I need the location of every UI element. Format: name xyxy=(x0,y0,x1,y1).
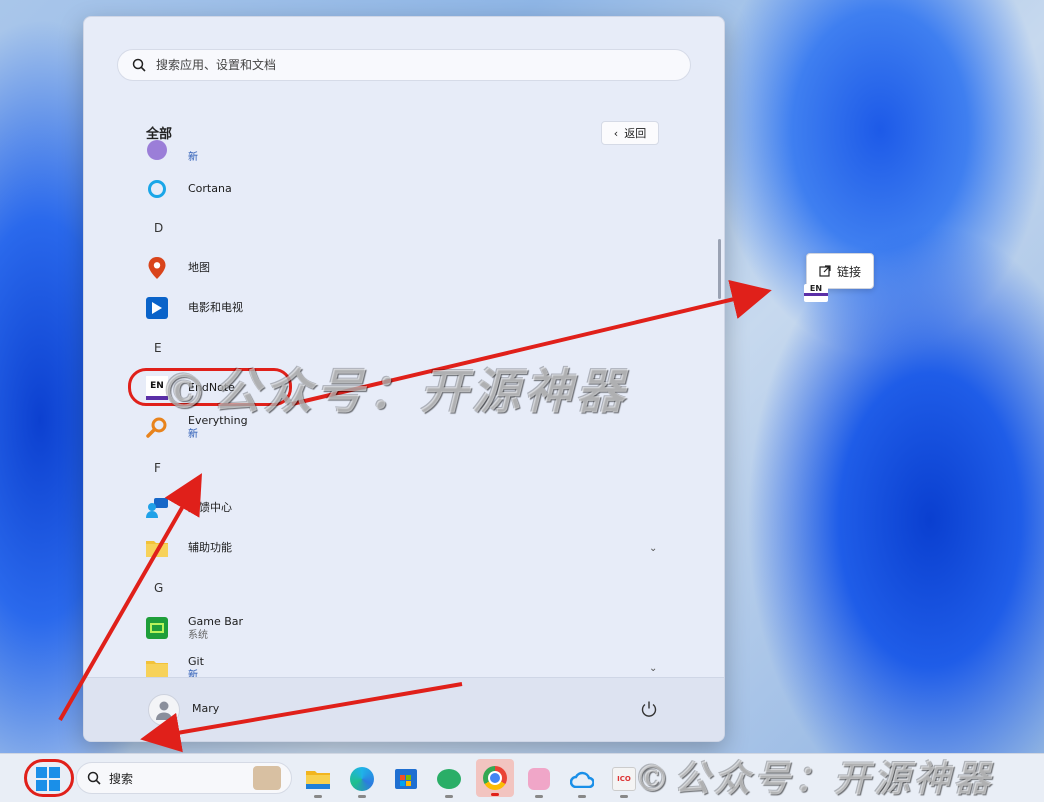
list-item-movies-tv[interactable]: 电影和电视 xyxy=(144,290,664,326)
link-tooltip-label: 链接 xyxy=(836,264,861,279)
user-name[interactable]: Mary xyxy=(192,702,219,715)
annotation-circle-start xyxy=(24,759,74,797)
app-name: 地图 xyxy=(188,261,210,274)
file-explorer-icon[interactable] xyxy=(303,764,333,798)
cloud-app-icon[interactable] xyxy=(567,764,597,798)
new-badge: 新 xyxy=(188,151,198,163)
start-search-box[interactable] xyxy=(117,49,691,81)
taskbar-search[interactable]: 搜索 xyxy=(76,762,292,794)
movies-tv-icon xyxy=(144,295,170,321)
folder-icon xyxy=(144,535,170,561)
wechat-icon[interactable] xyxy=(434,764,464,798)
chevron-left-icon: ‹ xyxy=(613,126,619,140)
taskbar-search-label: 搜索 xyxy=(109,771,134,786)
search-icon xyxy=(132,58,146,72)
search-highlight-avatar-icon xyxy=(253,766,281,790)
chevron-down-icon[interactable]: ⌄ xyxy=(649,543,657,554)
scrollbar-thumb[interactable] xyxy=(718,239,721,299)
app-icon xyxy=(144,140,170,170)
cat-app-icon[interactable] xyxy=(524,764,554,798)
edge-icon[interactable] xyxy=(347,764,377,798)
list-item-accessibility-folder[interactable]: 辅助功能 xyxy=(144,530,664,566)
cortana-icon xyxy=(144,176,170,202)
map-pin-icon xyxy=(144,255,170,281)
feedback-hub-icon xyxy=(144,495,170,521)
start-footer: Mary xyxy=(84,677,724,741)
app-name: 反馈中心 xyxy=(188,501,232,514)
search-icon xyxy=(87,771,101,785)
list-item-cortana[interactable]: Cortana xyxy=(144,171,664,207)
store-icon[interactable] xyxy=(391,764,421,794)
search-input[interactable] xyxy=(154,57,658,73)
letter-header-d[interactable]: D xyxy=(154,221,163,235)
watermark-taskbar: ©公众号：开源神器 xyxy=(634,758,995,800)
chevron-down-icon[interactable]: ⌄ xyxy=(649,663,657,674)
letter-header-g[interactable]: G xyxy=(154,581,163,595)
app-name: Git xyxy=(188,654,204,668)
watermark-center: ©公众号：开源神器 xyxy=(160,364,629,420)
list-item-game-bar[interactable]: Game Bar 系统 xyxy=(144,610,664,646)
new-badge: 新 xyxy=(188,428,198,440)
list-item-maps[interactable]: 地图 xyxy=(144,250,664,286)
app-subtitle: 系统 xyxy=(188,629,208,641)
app-name: 电影和电视 xyxy=(188,301,243,314)
endnote-drag-icon: EN xyxy=(804,284,828,302)
app-name: 辅助功能 xyxy=(188,541,232,554)
app-name: Game Bar xyxy=(188,614,244,628)
game-bar-icon xyxy=(144,615,170,641)
power-icon[interactable] xyxy=(640,700,658,722)
user-avatar[interactable] xyxy=(148,694,180,726)
chrome-icon[interactable] xyxy=(476,759,514,797)
app-name: Cortana xyxy=(188,182,232,195)
letter-header-f[interactable]: F xyxy=(154,461,161,475)
list-item[interactable]: 新 xyxy=(144,139,664,175)
external-link-icon xyxy=(819,265,831,277)
list-item-feedback-hub[interactable]: 反馈中心 xyxy=(144,490,664,526)
